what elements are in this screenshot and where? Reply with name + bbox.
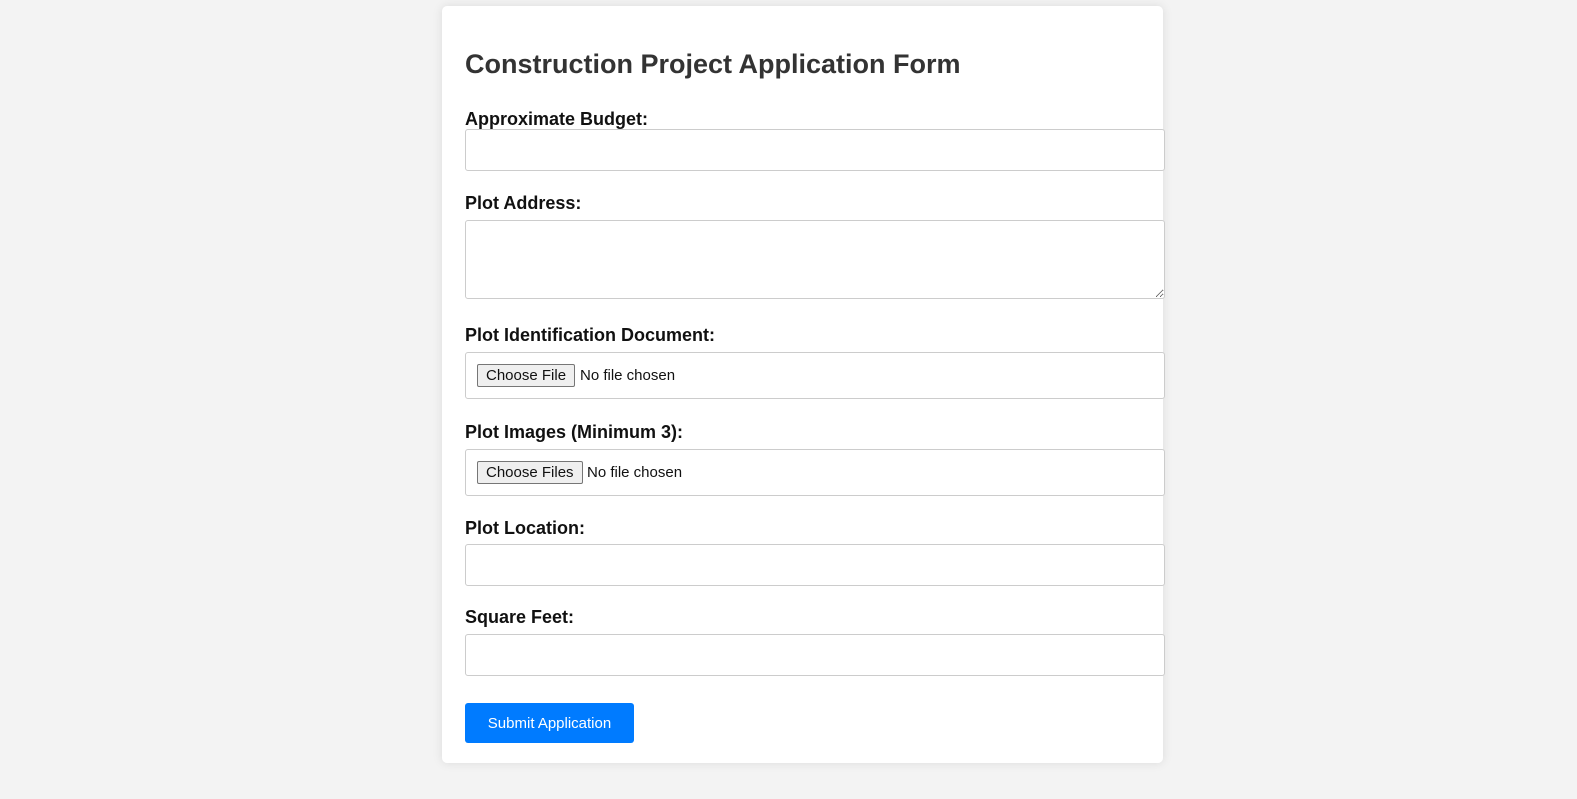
plot-location-input[interactable]: [465, 544, 1165, 586]
plot-images-label: Plot Images (Minimum 3):: [465, 422, 684, 442]
submit-application-button[interactable]: Submit Application: [465, 703, 634, 743]
files-status-text: No file chosen: [587, 464, 683, 481]
choose-files-button[interactable]: Choose Files: [477, 461, 583, 484]
plot-address-label: Plot Address:: [465, 193, 582, 213]
form-title: Construction Project Application Form: [465, 49, 961, 79]
plot-address-textarea[interactable]: [465, 220, 1165, 299]
plot-images-file-input[interactable]: Choose Files No file chosen: [465, 449, 1165, 496]
application-form-card: Construction Project Application Form Ap…: [442, 6, 1165, 763]
square-feet-input[interactable]: [465, 634, 1165, 676]
budget-input[interactable]: [465, 129, 1165, 171]
plot-id-document-label: Plot Identification Document:: [465, 325, 715, 345]
square-feet-label: Square Feet:: [465, 607, 575, 627]
budget-label: Approximate Budget:: [465, 109, 649, 129]
file-status-text: No file chosen: [580, 367, 676, 384]
plot-id-document-file-input[interactable]: Choose File No file chosen: [465, 352, 1165, 399]
choose-file-button[interactable]: Choose File: [477, 364, 576, 387]
plot-location-label: Plot Location:: [465, 518, 585, 538]
